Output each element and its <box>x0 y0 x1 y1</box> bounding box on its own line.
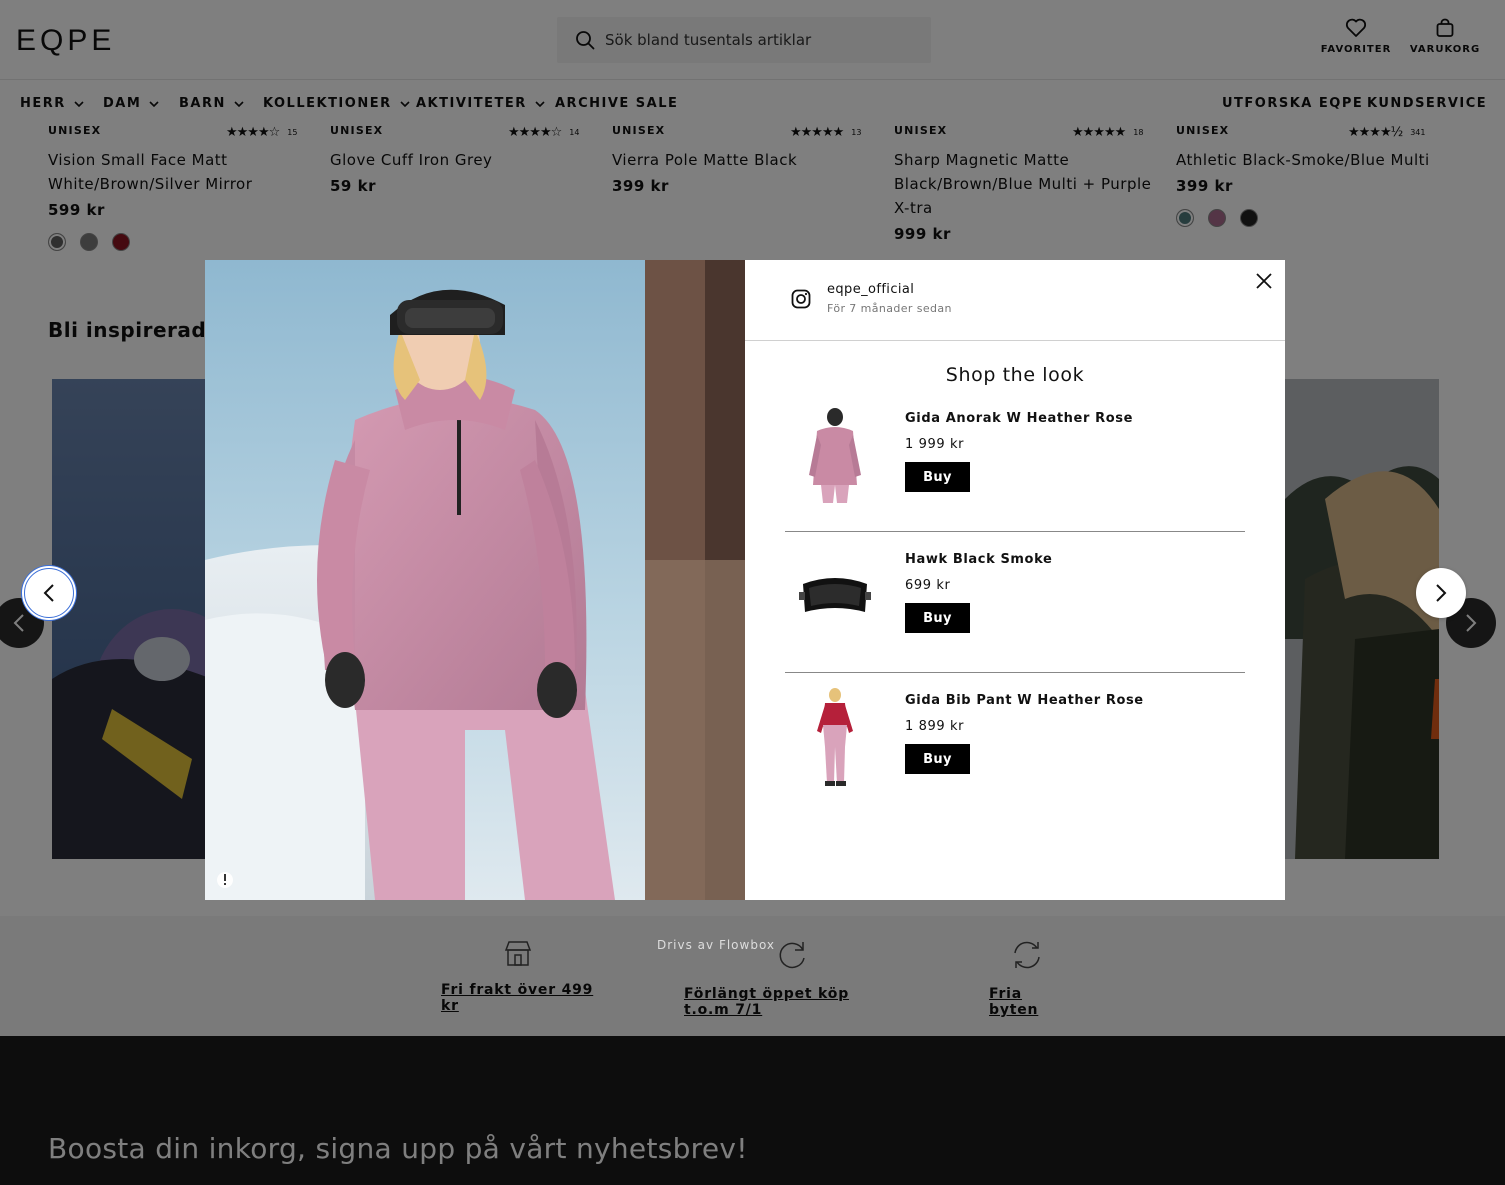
buy-button[interactable]: Buy <box>905 603 970 633</box>
post-header: eqpe_official För 7 månader sedan <box>745 260 1285 341</box>
chevron-right-icon <box>1436 584 1447 602</box>
look-item-name[interactable]: Hawk Black Smoke <box>905 552 1052 567</box>
buy-button[interactable]: Buy <box>905 462 970 492</box>
shop-panel: eqpe_official För 7 månader sedan Shop t… <box>745 260 1285 900</box>
post-username[interactable]: eqpe_official <box>827 282 914 297</box>
look-item-price: 1 999 kr <box>905 437 965 452</box>
shop-the-look-title: Shop the look <box>945 364 1085 386</box>
close-modal-button[interactable] <box>1253 270 1275 292</box>
shop-the-look-modal: eqpe_official För 7 månader sedan Shop t… <box>205 260 1285 900</box>
close-icon <box>1256 273 1272 289</box>
buy-button[interactable]: Buy <box>905 744 970 774</box>
look-item-price: 699 kr <box>905 578 951 593</box>
look-item: Gida Bib Pant W Heather Rose 1 899 kr Bu… <box>785 673 1245 814</box>
look-item-name[interactable]: Gida Bib Pant W Heather Rose <box>905 693 1144 708</box>
look-item: Gida Anorak W Heather Rose 1 999 kr Buy <box>785 391 1245 532</box>
look-item-name[interactable]: Gida Anorak W Heather Rose <box>905 411 1133 426</box>
product-thumbnail[interactable] <box>795 687 875 787</box>
look-item: Hawk Black Smoke 699 kr Buy <box>785 532 1245 673</box>
post-photo <box>205 260 745 900</box>
modal-prev-button[interactable] <box>24 568 74 618</box>
post-time: För 7 månader sedan <box>827 302 952 315</box>
powered-by-text: Drivs av Flowbox <box>657 938 776 952</box>
product-thumbnail[interactable] <box>795 405 875 505</box>
post-photo-image <box>205 260 745 900</box>
chevron-left-icon <box>43 584 54 602</box>
product-thumbnail[interactable] <box>795 546 875 646</box>
instagram-icon[interactable] <box>791 289 811 309</box>
info-icon[interactable] <box>217 872 233 888</box>
modal-next-button[interactable] <box>1416 568 1466 618</box>
look-item-price: 1 899 kr <box>905 719 965 734</box>
